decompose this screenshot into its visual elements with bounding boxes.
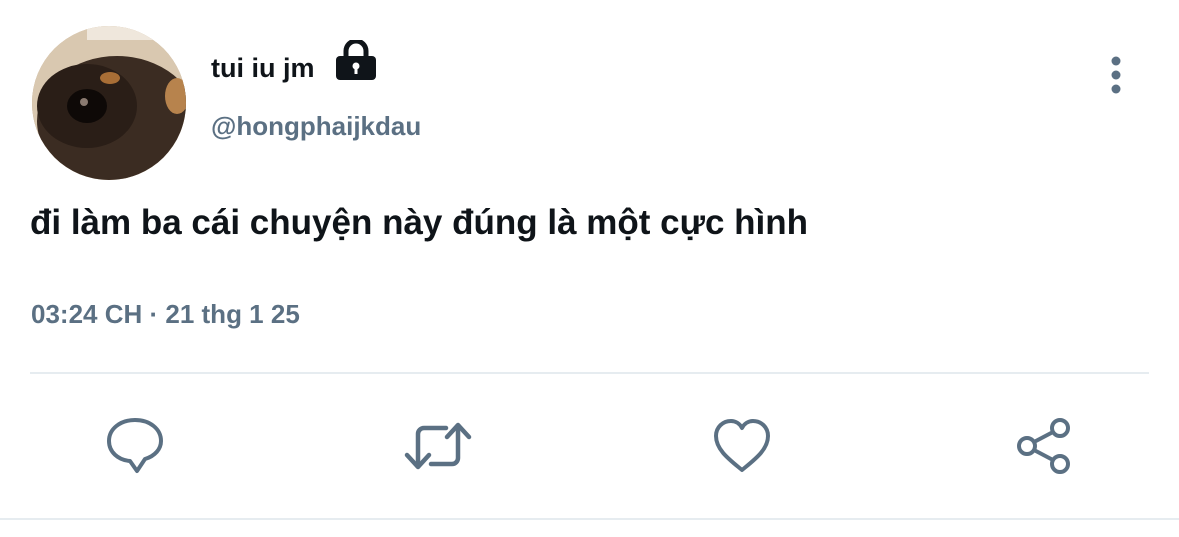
- avatar[interactable]: [32, 26, 186, 180]
- username-handle[interactable]: @hongphaijkdau: [211, 111, 421, 142]
- heart-icon: [714, 419, 770, 472]
- retweet-button[interactable]: [404, 414, 472, 478]
- bottom-divider: [0, 518, 1179, 520]
- retweet-icon: [404, 422, 472, 470]
- reply-button[interactable]: [103, 414, 167, 478]
- reply-icon: [107, 418, 163, 473]
- tweet-timestamp[interactable]: 03:24 CH · 21 thg 1 25: [31, 299, 300, 330]
- share-icon: [1017, 418, 1070, 474]
- divider: [30, 372, 1149, 374]
- share-button[interactable]: [1013, 414, 1077, 478]
- lock-icon: [334, 38, 378, 82]
- display-name[interactable]: tui iu jm: [211, 53, 315, 84]
- more-vertical-icon[interactable]: [1098, 52, 1134, 98]
- like-button[interactable]: [710, 414, 774, 478]
- tweet-text: đi làm ba cái chuyện này đúng là một cực…: [30, 203, 808, 242]
